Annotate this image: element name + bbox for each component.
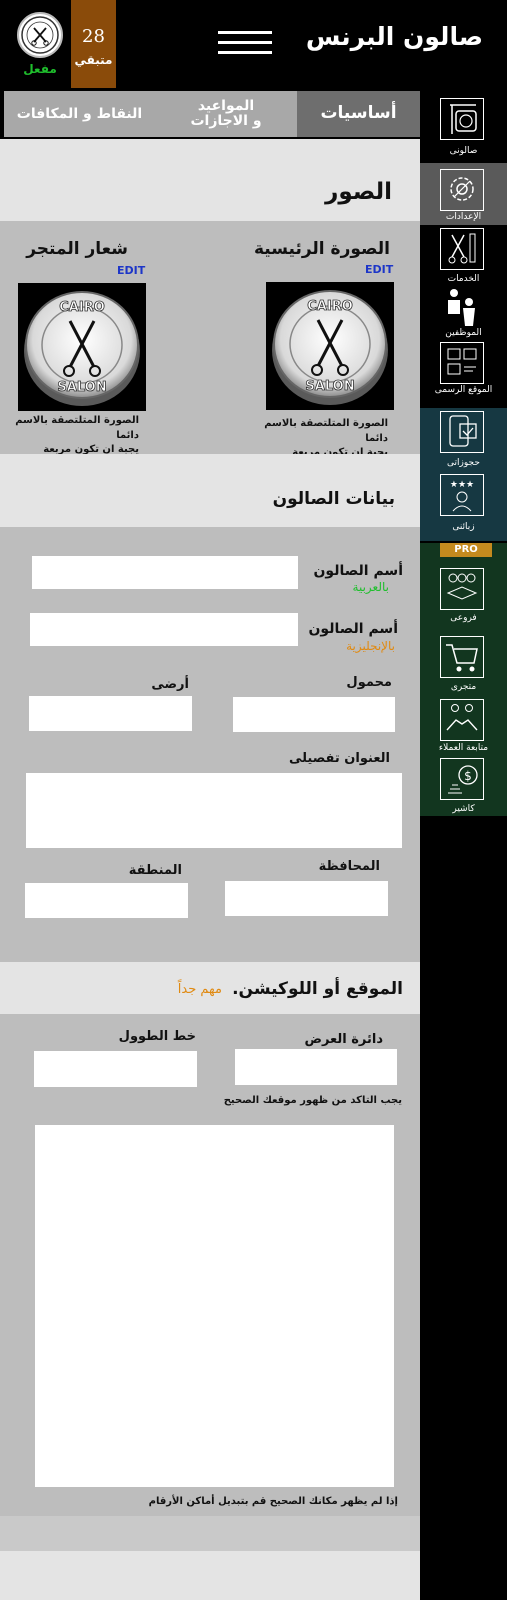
tab-basics[interactable]: أساسيات [297,91,420,137]
hamburger-menu-icon[interactable] [218,31,272,55]
longitude-label: خط الطوول [118,1029,196,1044]
area-label: المنطقة [128,863,182,878]
emblem-text-bottom: SALON [57,380,106,395]
longitude-input[interactable] [34,1051,197,1087]
verify-location-note: يجب التاكد من ظهور موقعك الصحيح [223,1095,402,1106]
cashier-money-icon: $ [440,758,484,800]
location-title: الموقع أو اللوكيشن. [232,979,403,999]
latitude-input[interactable] [235,1049,397,1085]
sidebar-item-label: صالونى [449,146,478,156]
cairo-salon-emblem-icon: CAIRO SALON [272,290,388,405]
sidebar-item-cashier[interactable]: $ كاشير [420,758,507,816]
tab-appointments[interactable]: المواعيد و الاجازات [155,91,297,137]
remaining-counter: 28 متبقي [71,0,116,88]
app-title: صالون البرنس [305,22,483,51]
emblem-text-bottom: SALON [305,379,354,394]
shopping-cart-icon [440,636,484,678]
active-status: مفعل [23,62,57,76]
address-label: العنوان تفصيلى [288,751,390,766]
sidebar-item-employees[interactable]: الموظفين [420,284,507,340]
sidebar: صالونى الإعدادات الخدمات الموظفين الموقع… [420,88,507,1600]
salon-data-title: بيانات الصالون [272,489,395,509]
logo-edit-link[interactable]: EDIT [117,264,145,277]
app-header: صالون البرنس 28 متبقي مفعل [0,0,507,88]
name-en-sub-label: بالإنجليزية [346,639,395,653]
sidebar-item-services[interactable]: الخدمات [420,226,507,284]
governorate-input[interactable] [225,881,388,916]
emblem-text-top: CAIRO [307,299,353,314]
name-ar-label: أسم الصالون [313,563,403,579]
scissors-comb-icon [440,228,484,270]
landline-label: أرضى [151,677,189,692]
sidebar-item-my-bookings[interactable]: حجوزاتى [420,408,507,474]
website-icon [440,342,484,384]
logo-title: شعار المتجر [26,239,128,259]
main-photo-image[interactable]: CAIRO SALON [266,282,394,410]
sidebar-group-bookings: حجوزاتى ★★★ زبائنى [420,408,507,541]
sidebar-item-label: فروعى [450,613,477,623]
location-important-label: مهم جداً [177,982,222,997]
governorate-label: المحافظة [318,859,380,874]
sidebar-item-label: متابعة العملاء [438,743,489,753]
logo-note: الصورة المتلتصقة بالاسم دائما يجبة ان تك… [15,415,139,455]
tab-points-rewards[interactable]: النقاط و المكافات [4,91,155,137]
salon-sign-icon [440,98,484,140]
sidebar-item-customer-follow-up[interactable]: متابعة العملاء [420,699,507,757]
handshake-icon [440,699,484,741]
photos-header: الصور [0,139,420,221]
swap-coordinates-note: إذا لم يظهر مكانك الصحيح قم بتبديل أماكن… [148,1496,398,1507]
remaining-count: 28 [82,26,105,47]
emblem-text-top: CAIRO [59,300,105,315]
customer-rating-icon: ★★★ [440,474,484,516]
sidebar-item-label: الإعدادات [445,212,482,222]
salon-name-ar-input[interactable] [32,556,298,589]
main-photo-title: الصورة الرئيسية [253,239,390,259]
main-content: الصور الصورة الرئيسية EDIT CAIRO SALON ا… [0,139,420,1600]
barber-staff-icon [440,286,484,328]
remaining-label: متبقي [74,53,113,67]
name-ar-sub-label: بالعربية [352,580,389,594]
sidebar-item-label: الموظفين [445,328,482,338]
name-en-label: أسم الصالون [308,621,398,637]
settings-gear-icon [440,169,484,211]
sidebar-group-pro: PRO فروعى متجرى متابعة العملاء $ كاشير [420,543,507,816]
location-header: الموقع أو اللوكيشن. مهم جداً [0,962,420,1014]
sidebar-item-label: متجرى [450,682,477,692]
sidebar-item-my-store[interactable]: متجرى [420,636,507,696]
logo-image[interactable]: CAIRO SALON [18,283,146,411]
branches-map-icon [440,568,484,610]
sidebar-item-label: الموقع الرسمى [434,385,493,395]
cairo-salon-emblem-icon: CAIRO SALON [24,291,140,406]
landline-input[interactable] [29,696,192,731]
latitude-label: دائرة العرض [304,1032,383,1047]
tab-appointments-label: المواعيد و الاجازات [190,98,262,129]
salon-logo-icon [17,12,63,58]
sidebar-item-branches[interactable]: فروعى [420,568,507,630]
sidebar-item-my-salon[interactable]: صالونى [420,94,507,156]
sidebar-item-label: الخدمات [447,274,480,284]
svg-text:★★★: ★★★ [449,480,473,490]
map-view[interactable] [35,1125,394,1487]
sidebar-item-label: حجوزاتى [447,458,480,468]
area-input[interactable] [25,883,188,918]
pro-badge: PRO [440,543,492,557]
mobile-input[interactable] [233,697,395,732]
sidebar-item-settings[interactable]: الإعدادات [420,163,507,225]
calendar-phone-icon [440,411,484,453]
bottom-band [0,1551,420,1600]
salon-data-header: بيانات الصالون [0,454,420,527]
sidebar-item-website[interactable]: الموقع الرسمى [420,340,507,398]
sidebar-item-label: زبائنى [452,522,475,532]
sidebar-item-my-customers[interactable]: ★★★ زبائنى [420,474,507,541]
address-textarea[interactable] [26,773,402,848]
photos-title: الصور [325,179,392,205]
svg-text:$: $ [464,769,472,783]
salon-name-en-input[interactable] [30,613,298,646]
main-photo-edit-link[interactable]: EDIT [365,263,393,276]
sidebar-item-label: كاشير [452,804,475,814]
tab-bar: أساسيات المواعيد و الاجازات النقاط و المك… [4,91,420,137]
mobile-label: محمول [346,675,392,690]
